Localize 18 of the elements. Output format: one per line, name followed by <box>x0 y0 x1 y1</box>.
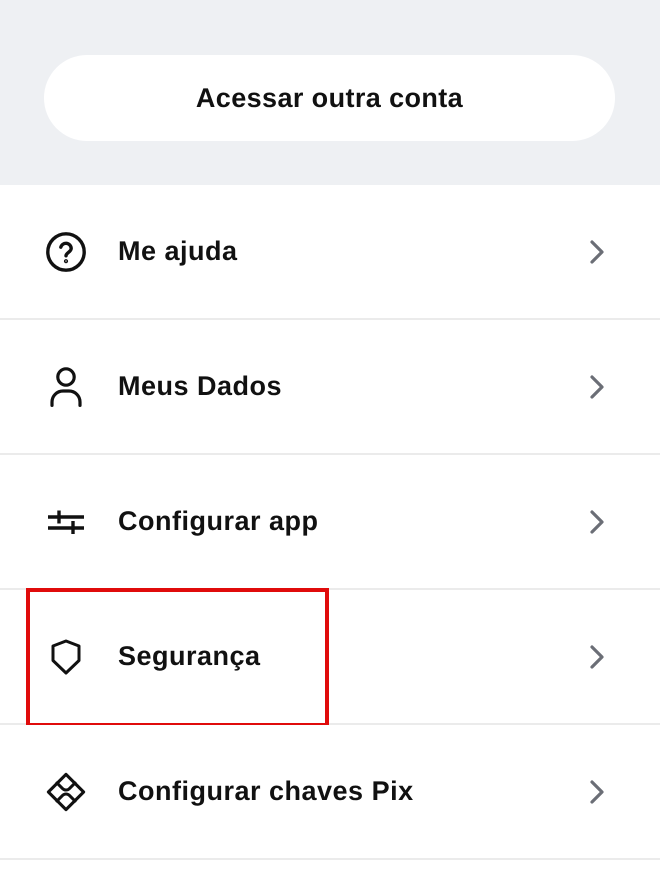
menu-item-label: Meus Dados <box>118 370 282 404</box>
menu-item[interactable]: Segurança <box>0 590 660 725</box>
chevron-right-icon <box>590 780 604 804</box>
menu-item[interactable]: Configurar chaves Pix <box>0 725 660 860</box>
diamond-logo-icon <box>46 770 86 812</box>
chevron-right-icon <box>590 240 604 264</box>
shield-icon <box>51 638 81 674</box>
sliders-icon <box>48 508 84 534</box>
help-icon <box>46 232 86 272</box>
switch-account-button[interactable]: Acessar outra conta <box>44 55 615 141</box>
chevron-right-icon <box>590 510 604 534</box>
menu-item-label: Me ajuda <box>118 235 238 268</box>
person-icon <box>50 366 82 406</box>
menu-item-label: Configurar app <box>118 505 318 538</box>
menu-item-label: Segurança <box>118 640 261 674</box>
chevron-right-icon <box>590 374 604 398</box>
chevron-right-icon <box>590 644 604 668</box>
menu-item-label: Configurar chaves Pix <box>118 775 414 808</box>
